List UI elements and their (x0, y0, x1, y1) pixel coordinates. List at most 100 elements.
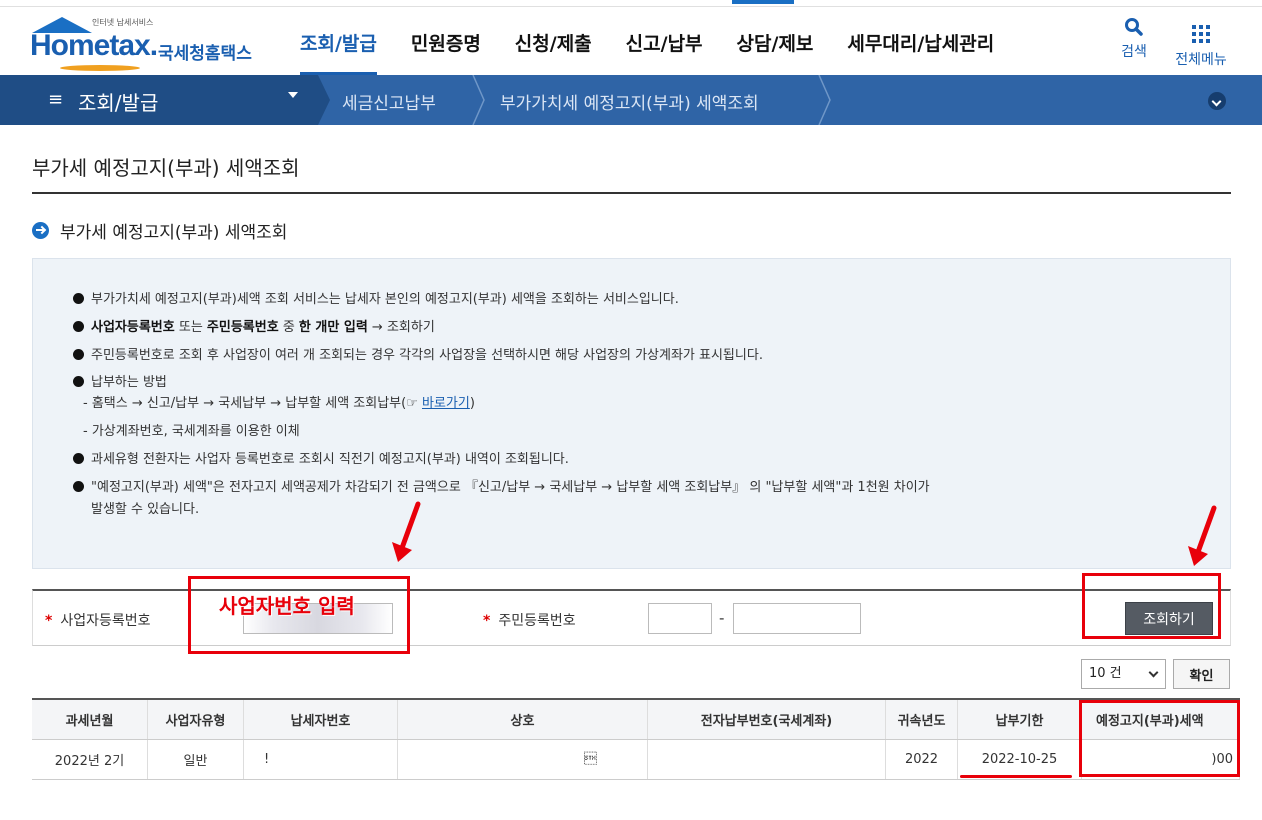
breadcrumb-separator (818, 75, 831, 125)
logo-korean: 국세청홈택스 (158, 44, 252, 64)
main-nav: 조회/발급 민원증명 신청/제출 신고/납부 상담/제보 세무대리/납세관리 (300, 29, 1028, 76)
breadcrumb-item-current[interactable]: 부가가치세 예정고지(부과) 세액조회 (500, 89, 759, 114)
site-header: 인터넷 납세서비스 Hometax. 국세청홈택스 조회/발급 민원증명 신청/… (0, 7, 1262, 76)
required-mark: * (483, 613, 491, 629)
full-menu-button[interactable]: 전체메뉴 (1168, 17, 1234, 69)
cell-taxpayer-no: ! (244, 740, 398, 779)
col-year: 귀속년도 (886, 700, 958, 739)
search-icon (1125, 18, 1143, 36)
arrow-circle-icon (32, 222, 49, 239)
nav-consult-report[interactable]: 상담/제보 (737, 29, 814, 56)
title-divider (32, 192, 1231, 194)
logo-tagline: 인터넷 납세서비스 (92, 18, 154, 27)
info-box: 부가가치세 예정고지(부과)세액 조회 서비스는 납세자 본인의 예정고지(부과… (32, 258, 1231, 569)
info-bold: 한 개만 입력 (298, 320, 368, 335)
col-biz-type: 사업자유형 (148, 700, 244, 739)
cell-trade-name:  (398, 740, 648, 779)
col-taxpayer-no: 납세자번호 (244, 700, 398, 739)
bullet-icon (73, 349, 84, 360)
info-subitem: - 홈택스 → 신고/납부 → 국세납부 → 납부할 세액 조회납부(☞ 바로가… (83, 392, 475, 411)
full-menu-label: 전체메뉴 (1175, 52, 1227, 68)
breadcrumb-expand-icon[interactable] (1208, 92, 1226, 110)
info-bold: 주민등록번호 (206, 320, 279, 335)
col-due-date: 납부기한 (958, 700, 1082, 739)
bullet-icon (73, 481, 84, 492)
search-label: 검색 (1121, 44, 1147, 60)
info-item: "예정고지(부과) 세액"은 전자고지 세액공제가 차감되기 전 금액으로 『신… (73, 476, 930, 495)
nav-inquiry[interactable]: 조회/발급 (300, 29, 377, 76)
logo-swoosh (60, 65, 140, 71)
cell-biz-type: 일반 (148, 740, 244, 779)
annotation-underline (960, 775, 1072, 778)
col-epay-no: 전자납부번호(국세계좌) (648, 700, 886, 739)
results-table: 과세년월 사업자유형 납세자번호 상호 전자납부번호(국세계좌) 귀속년도 납부… (32, 698, 1240, 780)
logo-wordmark: Hometax. (30, 29, 158, 62)
nav-file-pay[interactable]: 신고/납부 (626, 29, 703, 56)
rrn-label: * 주민등록번호 (483, 610, 576, 630)
breadcrumb-item-tax-filing[interactable]: 세금신고납부 (342, 89, 436, 114)
info-text: 납부하는 방법 (91, 375, 167, 390)
search-button[interactable]: 검색 (1112, 17, 1156, 61)
cell-year: 2022 (886, 740, 958, 779)
breadcrumb-separator (472, 75, 485, 125)
breadcrumb: ≡ 조회/발급 세금신고납부 부가가치세 예정고지(부과) 세액조회 (0, 75, 1262, 125)
nav-tax-agent[interactable]: 세무대리/납세관리 (847, 29, 994, 56)
annotation-box-query (1082, 573, 1221, 639)
section-title: 부가세 예정고지(부과) 세액조회 (32, 218, 287, 243)
info-text: 과세유형 전환자는 사업자 등록번호로 조회시 직전기 예정고지(부과) 내역이… (91, 452, 569, 467)
rrn-dash: - (719, 609, 725, 627)
shortcut-link[interactable]: 바로가기 (422, 396, 470, 411)
bullet-icon (73, 453, 84, 464)
top-strip (0, 0, 1262, 7)
nav-apply-submit[interactable]: 신청/제출 (515, 29, 592, 56)
biz-number-label: * 사업자등록번호 (45, 610, 151, 630)
rrn-label-text: 주민등록번호 (498, 613, 576, 629)
cell-tax-period: 2022년 2기 (32, 740, 148, 779)
breadcrumb-separator (318, 75, 330, 125)
rrn-back-input[interactable] (733, 603, 861, 634)
col-tax-period: 과세년월 (32, 700, 148, 739)
info-bold: 사업자등록번호 (91, 320, 175, 335)
info-item: 과세유형 전환자는 사업자 등록번호로 조회시 직전기 예정고지(부과) 내역이… (73, 448, 569, 467)
bullet-icon (73, 293, 84, 304)
info-text: 주민등록번호로 조회 후 사업장이 여러 개 조회되는 경우 각각의 사업장을 … (91, 348, 763, 363)
confirm-button[interactable]: 확인 (1173, 659, 1230, 689)
info-item: 주민등록번호로 조회 후 사업장이 여러 개 조회되는 경우 각각의 사업장을 … (73, 344, 763, 363)
biz-number-label-text: 사업자등록번호 (60, 613, 151, 629)
rrn-front-input[interactable] (648, 603, 712, 634)
info-item: 부가가치세 예정고지(부과)세액 조회 서비스는 납세자 본인의 예정고지(부과… (73, 288, 679, 307)
page-size-value: 10 건 (1089, 666, 1122, 681)
bullet-icon (73, 321, 84, 332)
cell-due-date: 2022-10-25 (958, 740, 1082, 779)
hometax-logo[interactable]: 인터넷 납세서비스 Hometax. 국세청홈택스 (30, 15, 270, 71)
cell-epay-no (648, 740, 886, 779)
top-strip-accent (732, 0, 794, 4)
info-item: 사업자등록번호 또는 주민등록번호 중 한 개만 입력 → 조회하기 (73, 316, 435, 335)
info-item: 납부하는 방법 (73, 371, 167, 390)
page-title: 부가세 예정고지(부과) 세액조회 (32, 156, 300, 180)
required-mark: * (45, 613, 53, 629)
annotation-box-amount (1079, 700, 1240, 777)
info-text: 중 (278, 320, 299, 335)
hamburger-icon: ≡ (48, 89, 64, 110)
page-size-select[interactable]: 10 건 (1081, 659, 1166, 689)
info-text: 부가가치세 예정고지(부과)세액 조회 서비스는 납세자 본인의 예정고지(부과… (91, 292, 679, 307)
col-trade-name: 상호 (398, 700, 648, 739)
breadcrumb-home-select[interactable]: ≡ 조회/발급 (0, 75, 318, 125)
nav-certificates[interactable]: 민원증명 (411, 29, 481, 56)
info-subitem: - 가상계좌번호, 국세계좌를 이용한 이체 (83, 424, 300, 439)
info-text-continued: 발생할 수 있습니다. (91, 502, 200, 517)
breadcrumb-home-label: 조회/발급 (78, 91, 159, 115)
annotation-arrow (392, 501, 421, 562)
grid-menu-icon (1192, 25, 1210, 43)
info-text: - 홈택스 → 신고/납부 → 국세납부 → 납부할 세액 조회납부(☞ (83, 396, 422, 411)
table-row[interactable]: 2022년 2기 일반 !  2022 2022-10-25 )00 (32, 740, 1240, 780)
chevron-down-icon (288, 92, 298, 98)
annotation-arrow (1188, 505, 1217, 566)
info-text: ) (469, 396, 475, 411)
annotation-text: 사업자번호 입력 (219, 594, 355, 618)
section-title-text: 부가세 예정고지(부과) 세액조회 (60, 223, 288, 243)
info-text: "예정고지(부과) 세액"은 전자고지 세액공제가 차감되기 전 금액으로 『신… (91, 480, 930, 495)
bullet-icon (73, 376, 84, 387)
info-text: → 조회하기 (367, 320, 435, 335)
